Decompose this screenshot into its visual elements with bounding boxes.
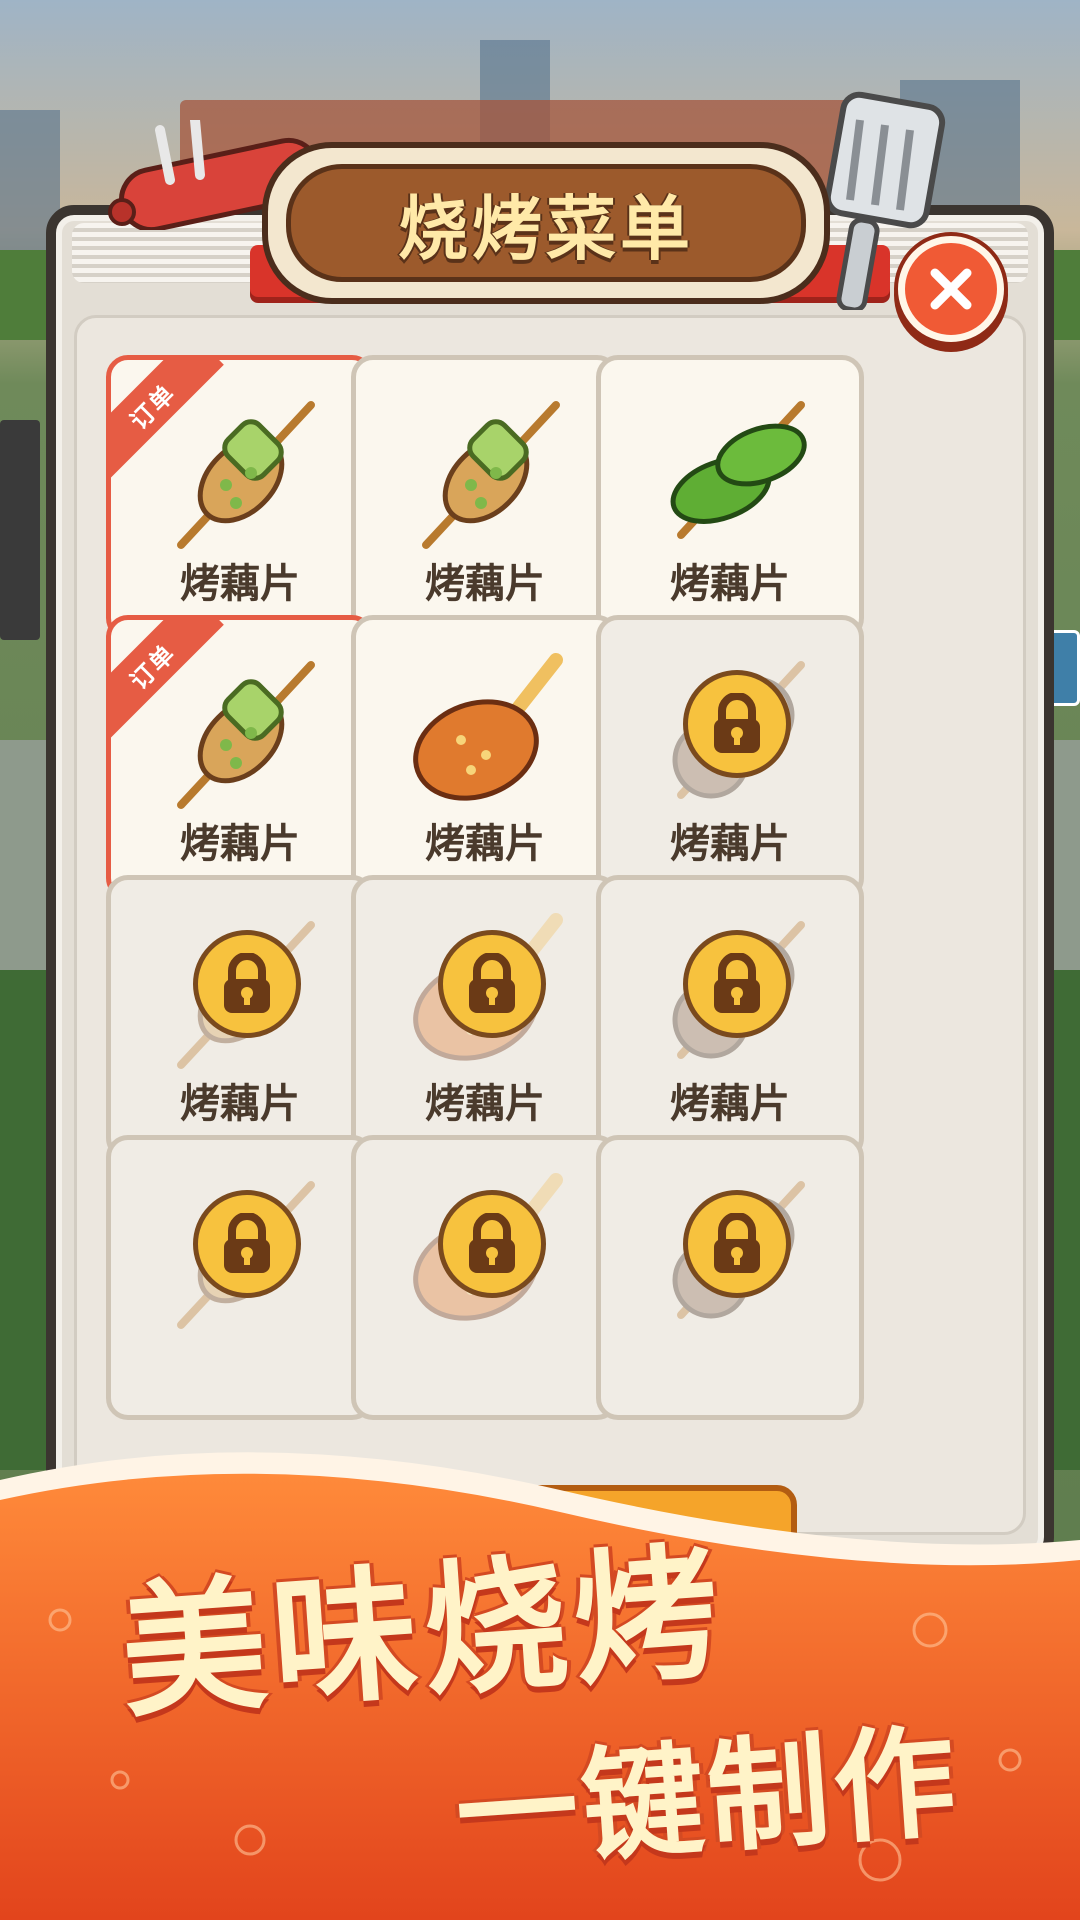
menu-item-locked[interactable]: 烤藕片 [596,875,864,1160]
menu-item-locked[interactable] [351,1135,619,1420]
pepper-skewer-icon [651,385,821,555]
menu-item-locked[interactable]: 烤藕片 [106,875,374,1160]
lock-badge [683,670,791,778]
lock-icon [714,1213,760,1273]
promo-slogan-line2: 一键制作 [451,1710,965,1888]
lock-icon [714,953,760,1013]
menu-item-label: 烤藕片 [670,1081,790,1127]
menu-item-label: 烤藕片 [180,561,300,607]
lotus-skewer-icon [161,385,331,555]
close-icon [930,268,972,310]
lock-icon [469,1213,515,1273]
lock-badge [193,930,301,1038]
title-plaque-inner: 烧烤菜单 [286,164,806,282]
background-machine [0,420,40,640]
menu-item-locked[interactable]: 烤藕片 [351,875,619,1160]
drumstick-icon [406,645,576,815]
menu-grid: 订单 烤藕片 烤藕片 烤藕片 订单 烤藕片 烤藕片 烤藕片 烤藕片 烤藕片 烤藕片 [100,355,990,1440]
menu-item-label: 烤藕片 [425,561,545,607]
page-title: 烧烤菜单 [398,187,694,270]
lock-icon [224,1213,270,1273]
menu-item[interactable]: 烤藕片 [596,355,864,640]
title-plaque: 烧烤菜单 [262,142,830,304]
menu-item-label: 烤藕片 [425,1081,545,1127]
lotus-skewer-icon [406,385,576,555]
lock-icon [224,953,270,1013]
lotus-skewer-icon [161,645,331,815]
close-button[interactable] [898,236,1004,342]
lock-badge [193,1190,301,1298]
lock-badge [683,1190,791,1298]
lock-icon [714,693,760,753]
lock-icon [469,953,515,1013]
lock-badge [683,930,791,1038]
lock-badge [438,930,546,1038]
menu-item-label: 烤藕片 [180,1081,300,1127]
menu-item-label: 烤藕片 [425,821,545,867]
menu-item-label: 烤藕片 [180,821,300,867]
menu-item-label: 烤藕片 [670,561,790,607]
menu-item[interactable]: 订单 烤藕片 [106,615,374,900]
menu-item-locked[interactable] [106,1135,374,1420]
menu-item[interactable]: 烤藕片 [351,615,619,900]
menu-item[interactable]: 订单 烤藕片 [106,355,374,640]
menu-item[interactable]: 烤藕片 [351,355,619,640]
menu-item-label: 烤藕片 [670,821,790,867]
menu-item-locked[interactable] [596,1135,864,1420]
menu-item-locked[interactable]: 烤藕片 [596,615,864,900]
lock-badge [438,1190,546,1298]
